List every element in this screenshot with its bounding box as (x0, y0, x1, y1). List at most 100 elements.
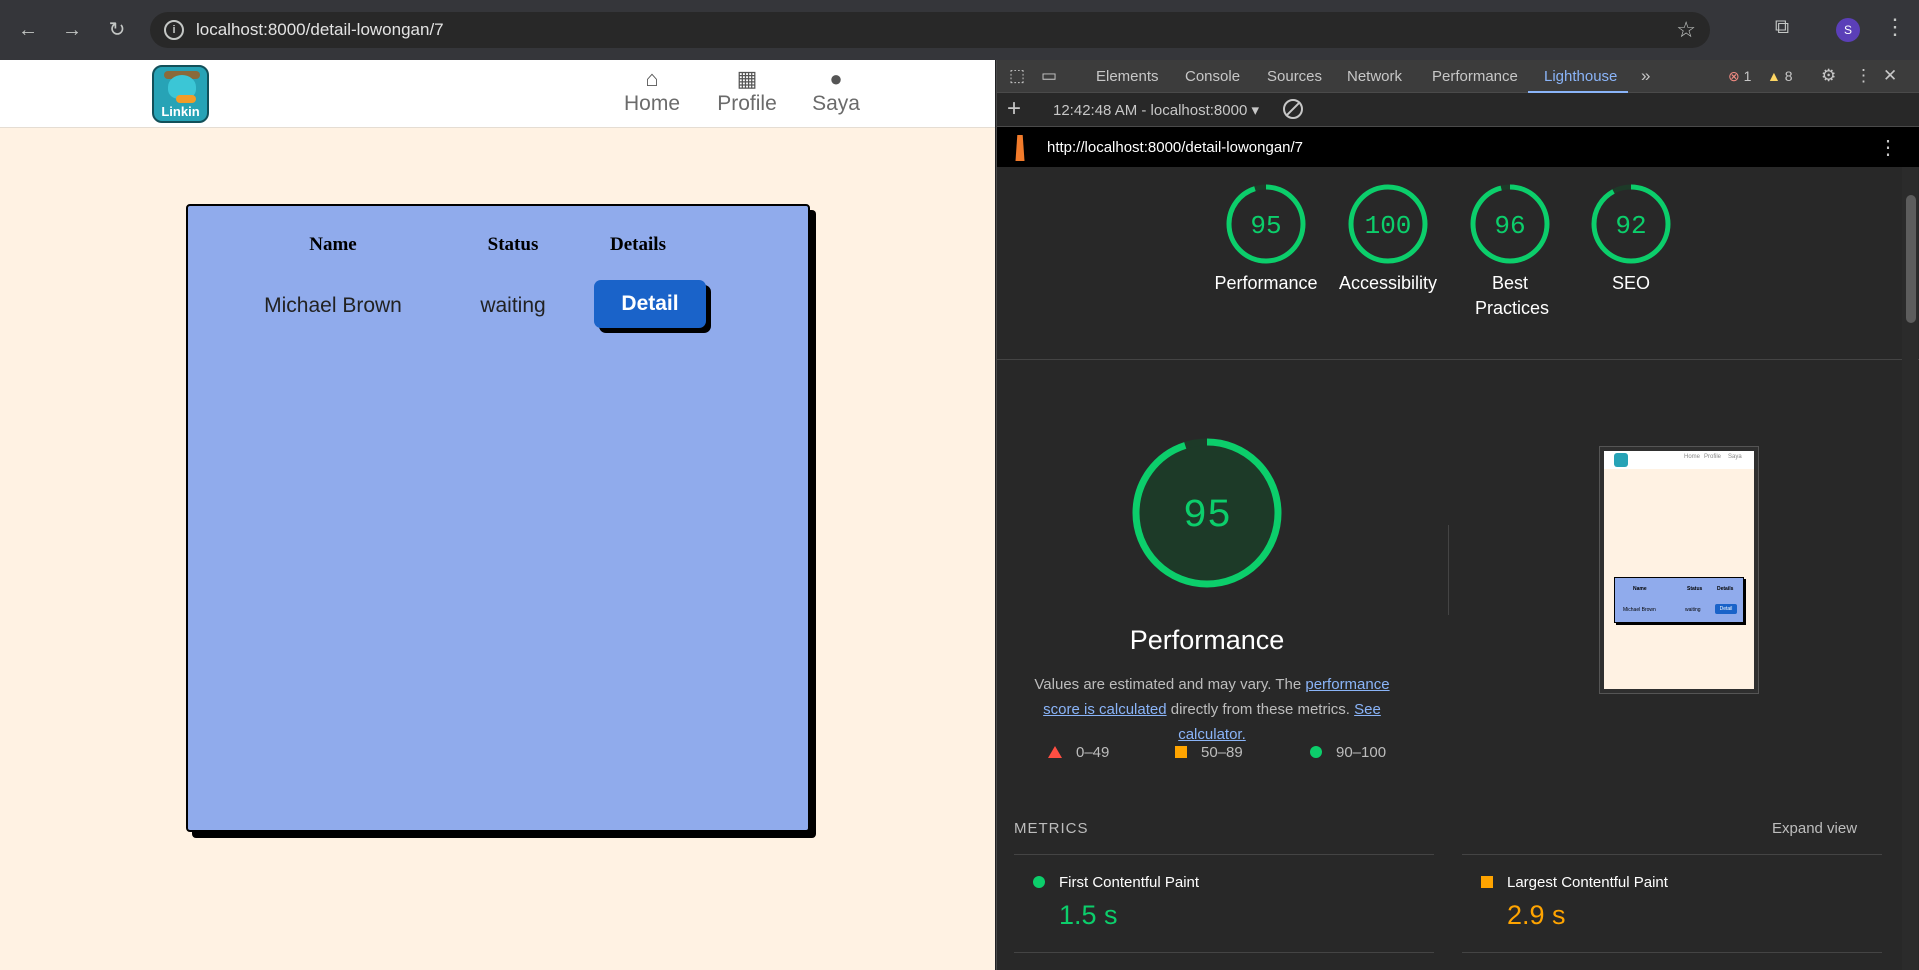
score-value: 92 (1615, 211, 1646, 241)
divider (1014, 854, 1434, 855)
nav-saya[interactable]: ● Saya (801, 66, 871, 116)
devtools-panel: ⬚ ▭ Elements Console Sources Network Per… (996, 60, 1919, 970)
gauge-ring: 96 (1470, 184, 1550, 264)
metric-fcp: First Contentful Paint 1.5 s (1033, 874, 1199, 931)
chrome-menu-icon[interactable]: ⋮ (1884, 14, 1906, 40)
row-name: Michael Brown (264, 294, 402, 317)
row-status: waiting (480, 294, 546, 317)
reload-icon[interactable]: ↻ (104, 17, 130, 43)
error-icon: ⊗ (1728, 68, 1740, 84)
pass-circle-icon (1033, 876, 1045, 888)
score-label: Best Practices (1475, 273, 1550, 318)
clear-reports-icon[interactable] (1283, 99, 1303, 119)
nav-home-label: Home (623, 92, 681, 115)
back-icon[interactable]: ← (15, 17, 41, 43)
pass-circle-icon (1310, 746, 1322, 758)
legend-fail: 0–49 (1048, 744, 1109, 761)
thumb-table: Name Status Details Michael Brown waitin… (1614, 577, 1744, 623)
nav-profile-label: Profile (717, 92, 777, 115)
metric-name: Largest Contentful Paint (1507, 874, 1668, 891)
report-selector[interactable]: 12:42:48 AM - localhost:8000 ▾ (1053, 101, 1259, 119)
warning-icon: ▲ (1767, 68, 1781, 84)
score-gauge-best-practices[interactable]: 96 Best Practices (1455, 183, 1565, 321)
tab-console[interactable]: Console (1185, 68, 1240, 85)
more-tabs-icon[interactable]: » (1641, 66, 1650, 86)
devtools-tabbar: ⬚ ▭ Elements Console Sources Network Per… (997, 60, 1919, 93)
forward-icon[interactable]: → (59, 17, 85, 43)
linkin-logo[interactable]: Linkin (152, 65, 209, 123)
divider (1014, 952, 1434, 953)
header-name: Name (309, 234, 357, 255)
performance-description: Values are estimated and may vary. The p… (1034, 676, 1390, 743)
metric-value: 2.9 s (1507, 900, 1566, 930)
devtools-menu-icon[interactable]: ⋮ (1855, 66, 1872, 86)
tab-elements[interactable]: Elements (1096, 68, 1159, 85)
legend-average: 50–89 (1175, 744, 1243, 761)
tab-lighthouse[interactable]: Lighthouse (1544, 68, 1617, 85)
settings-gear-icon[interactable]: ⚙ (1821, 66, 1836, 86)
close-devtools-icon[interactable]: ✕ (1883, 66, 1897, 86)
report-menu-icon[interactable]: ⋮ (1878, 135, 1898, 160)
nav-home[interactable]: ⌂ Home (617, 66, 687, 116)
score-gauge-performance[interactable]: 95 Performance (1211, 183, 1321, 296)
score-label: SEO (1611, 273, 1650, 293)
nav-saya-label: Saya (812, 92, 860, 115)
report-url: http://localhost:8000/detail-lowongan/7 (1047, 139, 1304, 156)
warning-badge[interactable]: ▲ 8 (1767, 68, 1793, 84)
lighthouse-icon (1015, 135, 1025, 161)
error-badge[interactable]: ⊗ 1 (1728, 68, 1751, 85)
error-count: 1 (1743, 68, 1752, 84)
address-bar-url[interactable]: localhost:8000/detail-lowongan/7 (196, 20, 444, 40)
device-toolbar-icon[interactable]: ▭ (1041, 66, 1057, 86)
site-info-icon[interactable]: i (164, 20, 184, 40)
browser-toolbar: ← → ↻ i localhost:8000/detail-lowongan/7… (0, 0, 1919, 60)
gauge-ring: 92 (1591, 184, 1671, 264)
applicants-table: Name Status Details Michael Brown waitin… (186, 204, 810, 832)
fail-triangle-icon (1048, 746, 1062, 758)
tab-sources[interactable]: Sources (1267, 68, 1322, 85)
metrics-heading: METRICS (1014, 820, 1089, 837)
thumb-logo (1614, 453, 1628, 467)
address-bar[interactable]: i localhost:8000/detail-lowongan/7 ☆ (150, 12, 1710, 48)
extensions-icon[interactable]: ⧉ (1770, 16, 1794, 40)
page-viewport: Linkin ⌂ Home ▦ Profile ● Saya Name Stat… (0, 60, 995, 970)
new-report-icon[interactable]: + (1007, 95, 1021, 123)
score-label: Performance (1214, 273, 1318, 293)
score-value: 95 (1250, 211, 1281, 241)
logo-text: Linkin (161, 104, 200, 119)
header-details: Details (610, 234, 666, 255)
metric-lcp: Largest Contentful Paint 2.9 s (1481, 874, 1668, 931)
performance-big-gauge: 95 (1132, 438, 1282, 588)
metric-value: 1.5 s (1059, 900, 1118, 930)
divider (1448, 525, 1449, 615)
performance-score-value: 95 (1183, 494, 1231, 539)
report-scrollbar[interactable] (1902, 167, 1918, 970)
profile-avatar[interactable]: S (1836, 18, 1860, 42)
score-label: Accessibility (1338, 273, 1438, 293)
score-gauge-accessibility[interactable]: 100 Accessibility (1333, 183, 1443, 296)
expand-view-button[interactable]: Expand view (1772, 820, 1857, 837)
lighthouse-url-bar: http://localhost:8000/detail-lowongan/7 … (997, 127, 1919, 167)
detail-button[interactable]: Detail (594, 280, 706, 328)
divider (997, 359, 1919, 360)
user-circle-icon: ● (829, 66, 843, 91)
inspect-element-icon[interactable]: ⬚ (1009, 66, 1025, 86)
warning-count: 8 (1784, 68, 1793, 84)
metric-name: First Contentful Paint (1059, 874, 1200, 891)
home-icon: ⌂ (645, 66, 659, 91)
divider (1462, 952, 1882, 953)
score-gauge-seo[interactable]: 92 SEO (1576, 183, 1686, 296)
average-square-icon (1481, 876, 1493, 888)
tab-network[interactable]: Network (1347, 68, 1402, 85)
header-status: Status (487, 234, 539, 255)
legend-pass: 90–100 (1310, 744, 1386, 761)
building-icon: ▦ (736, 66, 758, 91)
site-header: Linkin ⌂ Home ▦ Profile ● Saya (0, 60, 995, 128)
bookmark-star-icon[interactable]: ☆ (1676, 17, 1696, 43)
final-screenshot-thumbnail[interactable]: Home Profile Saya Name Status Details Mi… (1599, 446, 1759, 694)
tab-performance[interactable]: Performance (1432, 68, 1518, 85)
score-value: 100 (1365, 211, 1412, 241)
nav-profile[interactable]: ▦ Profile (712, 66, 782, 116)
average-square-icon (1175, 746, 1187, 758)
scrollbar-thumb[interactable] (1906, 195, 1916, 323)
